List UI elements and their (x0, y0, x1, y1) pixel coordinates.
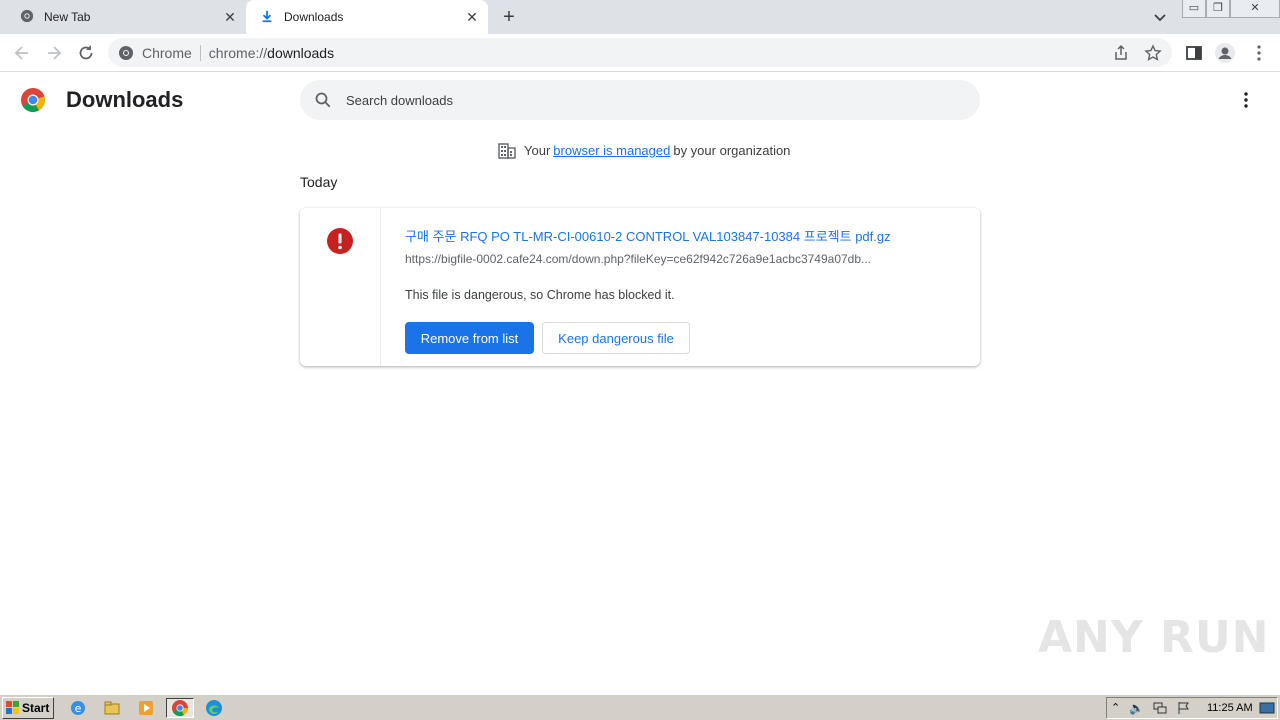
page-title: Downloads (66, 87, 184, 112)
url-scheme: chrome:// (208, 44, 268, 61)
search-input[interactable] (346, 80, 946, 120)
show-desktop-icon[interactable] (1259, 701, 1275, 720)
system-tray: ⌃ 🔈 11:25 AM (1106, 697, 1278, 719)
close-tab-icon[interactable]: ✕ (464, 9, 480, 25)
managed-prefix: Your (524, 142, 551, 158)
edge-browser-icon[interactable] (200, 698, 228, 718)
chrome-favicon-icon (20, 9, 34, 26)
start-button[interactable]: Start (2, 697, 54, 719)
profile-avatar-icon[interactable] (1214, 42, 1236, 64)
tab-title: New Tab (44, 10, 91, 24)
minimize-icon[interactable]: ▭ (1182, 0, 1206, 18)
share-icon[interactable] (1112, 44, 1130, 62)
chrome-logo-icon (20, 87, 46, 113)
internet-explorer-icon[interactable]: e (64, 698, 92, 718)
managed-suffix: by your organization (673, 142, 791, 158)
chrome-menu-icon[interactable] (1248, 42, 1270, 64)
file-explorer-icon[interactable] (98, 698, 126, 718)
more-actions-icon[interactable] (1236, 90, 1256, 110)
tab-downloads[interactable]: Downloads ✕ (246, 0, 488, 34)
tab-search-chevron-icon[interactable] (1152, 9, 1168, 25)
forward-arrow-icon[interactable] (43, 42, 65, 64)
watermark-logo: ANY RUN (1038, 612, 1270, 663)
download-source-url[interactable]: https://bigfile-0002.cafe24.com/down.php… (405, 252, 905, 266)
windows-taskbar: Start e ⌃ 🔈 11:25 AM (0, 694, 1280, 720)
tab-new-tab[interactable]: New Tab ✕ (8, 0, 246, 34)
tray-expand-icon[interactable]: ⌃ (1111, 701, 1120, 714)
chrome-site-icon (118, 45, 134, 61)
site-name: Chrome (142, 44, 192, 61)
action-center-flag-icon[interactable] (1177, 701, 1191, 720)
remove-from-list-button[interactable]: Remove from list (405, 322, 534, 354)
network-icon[interactable] (1153, 701, 1167, 720)
url-path: downloads (267, 44, 335, 61)
bookmark-star-icon[interactable] (1144, 44, 1162, 62)
volume-icon[interactable]: 🔈 (1129, 701, 1144, 715)
tab-title: Downloads (284, 10, 344, 24)
download-file-name[interactable]: 구매 주문 RFQ PO TL-MR-CI-00610-2 CONTROL VA… (405, 226, 891, 245)
browser-managed-link[interactable]: browser is managed (553, 143, 670, 158)
side-panel-icon[interactable] (1183, 42, 1205, 64)
danger-warning-icon (326, 227, 354, 260)
svg-text:e: e (75, 702, 82, 715)
media-player-icon[interactable] (132, 698, 160, 718)
tab-strip: New Tab ✕ Downloads ✕ + ▭ ❐ ✕ (0, 0, 1280, 34)
building-icon (498, 141, 516, 159)
chrome-taskbar-icon[interactable] (166, 698, 194, 718)
download-item-card: 구매 주문 RFQ PO TL-MR-CI-00610-2 CONTROL VA… (300, 208, 980, 366)
new-tab-plus-icon[interactable]: + (498, 6, 520, 28)
managed-notice: Your browser is managed by your organiza… (498, 140, 790, 160)
download-icon (260, 9, 274, 26)
download-status-text: This file is dangerous, so Chrome has bl… (405, 288, 675, 302)
browser-toolbar: Chrome chrome://downloads (0, 34, 1280, 72)
window-controls: ▭ ❐ ✕ (1182, 0, 1280, 18)
windows-logo-icon (6, 701, 20, 715)
back-arrow-icon[interactable] (11, 42, 33, 64)
restore-icon[interactable]: ❐ (1206, 0, 1230, 18)
close-window-icon[interactable]: ✕ (1230, 0, 1280, 18)
search-icon (314, 91, 332, 114)
start-label: Start (22, 701, 50, 715)
url-text[interactable]: chrome://downloads (209, 45, 334, 61)
card-divider (380, 208, 381, 366)
close-tab-icon[interactable]: ✕ (222, 9, 238, 25)
search-downloads-box[interactable] (300, 80, 980, 120)
reload-icon[interactable] (75, 42, 97, 64)
omnibox[interactable]: Chrome chrome://downloads (108, 38, 1172, 67)
taskbar-clock[interactable]: 11:25 AM (1207, 702, 1253, 714)
omnibox-separator (199, 44, 201, 61)
keep-dangerous-file-button[interactable]: Keep dangerous file (542, 322, 690, 354)
date-section-label: Today (300, 174, 338, 190)
